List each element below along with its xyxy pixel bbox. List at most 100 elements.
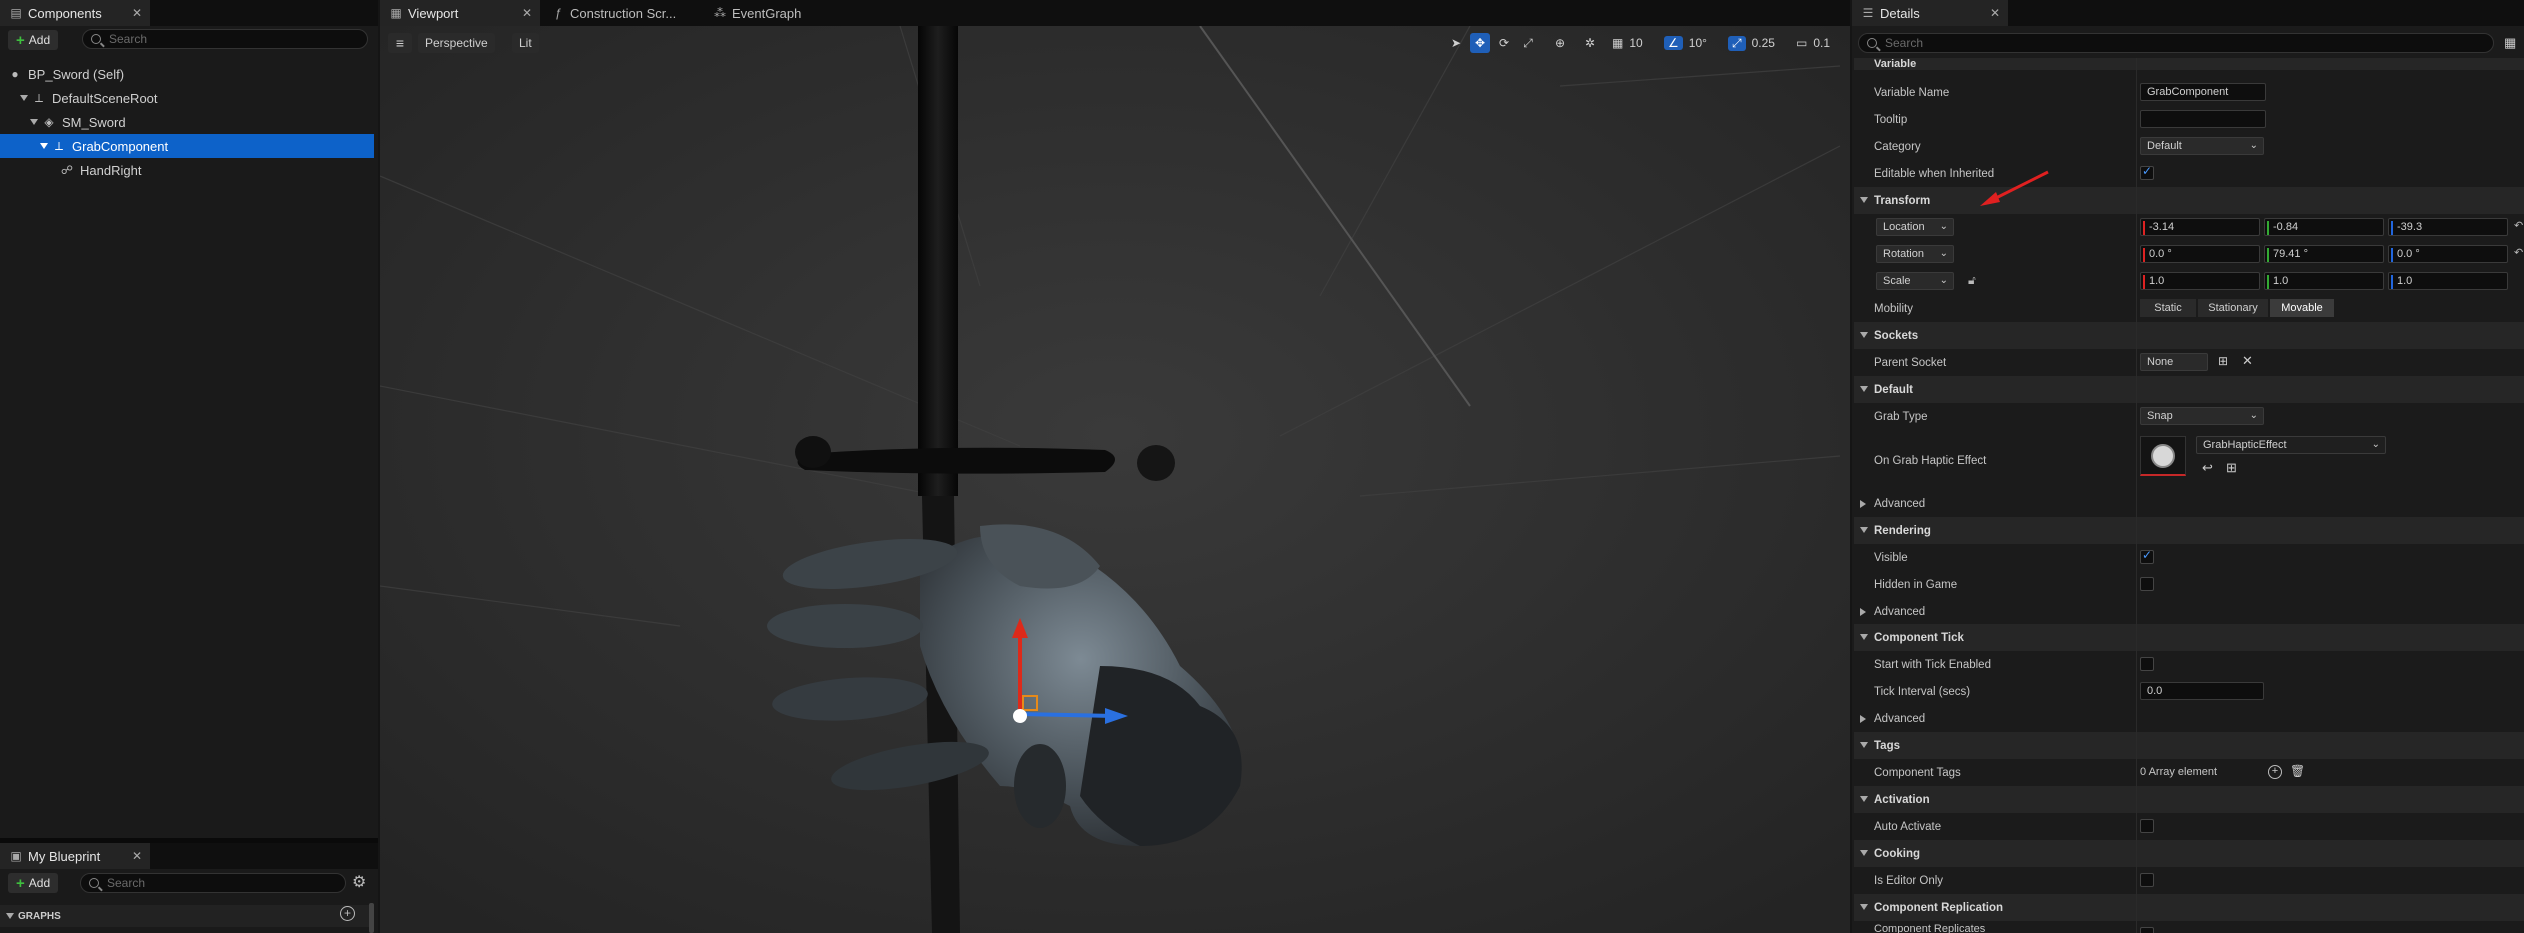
visible-checkbox[interactable] [2140,548,2154,564]
haptic-asset-dropdown[interactable]: GrabHapticEffect ⌄ [2196,436,2386,454]
add-blueprint-item-button[interactable]: + Add [8,873,59,893]
tab-event-graph[interactable]: ⁂ EventGraph [704,0,844,26]
rotation-snap-toggle[interactable]: ∠ 10° [1664,33,1707,53]
rotate-tool-icon[interactable]: ⟳ [1496,33,1512,53]
tab-components[interactable]: ▤ Components ✕ [0,0,150,26]
lit-button[interactable]: Lit [512,33,539,53]
variable-name-field[interactable]: GrabComponent [2140,83,2266,101]
reset-arrow-icon[interactable]: ↶ [2514,246,2523,259]
tab-construction-script[interactable]: ƒ Construction Scr... [542,0,692,26]
scale-snap-toggle[interactable]: ⤢ 0.25 [1728,33,1775,53]
settings-gear-icon[interactable]: ⚙ [352,872,366,892]
close-icon[interactable]: ✕ [1990,6,2000,20]
viewport-menu-button[interactable]: ≡ [388,33,412,53]
add-component-button[interactable]: + Add [8,30,59,50]
browse-socket-icon[interactable]: ⊞ [2218,354,2228,368]
editable-checkbox[interactable] [2140,164,2154,180]
advanced-expander[interactable]: Advanced [1854,705,2524,732]
sockets-section-header[interactable]: Sockets [1854,322,2524,349]
location-z-field[interactable]: -39.3 [2388,218,2508,236]
scale-z-field[interactable]: 1.0 [2388,272,2508,290]
browse-asset-icon[interactable]: ⊞ [2226,460,2237,476]
tree-item-grab-component[interactable]: ⟂ GrabComponent [0,134,374,158]
tree-item-bp-sword[interactable]: ● BP_Sword (Self) [0,62,374,86]
cooking-section-header[interactable]: Cooking [1854,840,2524,867]
replicates-checkbox[interactable] [2140,927,2154,933]
activation-label: Activation [1874,793,1930,806]
close-icon[interactable]: ✕ [132,849,142,863]
reset-arrow-icon[interactable]: ↶ [2514,219,2523,232]
close-icon[interactable]: ✕ [132,6,142,20]
expand-arrow-icon[interactable] [20,95,28,101]
rotation-y-field[interactable]: 79.41 ° [2264,245,2384,263]
asset-thumbnail[interactable] [2140,436,2186,476]
scrollbar[interactable] [369,903,374,933]
details-divider[interactable] [2136,58,2137,933]
tab-viewport[interactable]: ▦ Viewport ✕ [380,0,540,26]
tags-section-header[interactable]: Tags [1854,732,2524,759]
tick-interval-field[interactable]: 0.0 [2140,682,2264,700]
category-dropdown[interactable]: Default ⌄ [2140,137,2264,155]
components-search-input[interactable]: Search [82,29,368,49]
scale-y-field[interactable]: 1.0 [2264,272,2384,290]
close-icon[interactable]: ✕ [522,6,532,20]
graphs-section-header[interactable]: GRAPHS [0,905,370,927]
tooltip-field[interactable] [2140,110,2266,128]
expand-arrow-icon[interactable] [6,913,14,919]
tab-my-blueprint[interactable]: ▣ My Blueprint ✕ [0,843,150,869]
editor-only-checkbox[interactable] [2140,873,2154,887]
scale-tool-icon[interactable]: ⤢ [1520,33,1536,53]
advanced-expander[interactable]: Advanced [1854,490,2524,517]
my-blueprint-search-input[interactable]: Search [80,873,346,893]
row-component-tags: Component Tags 0 Array element + 🗑︎ [1854,759,2524,786]
trash-icon[interactable]: 🗑︎ [2290,764,2305,778]
expand-arrow-icon[interactable] [40,143,48,149]
translate-tool-icon[interactable]: ✥ [1470,33,1490,53]
tree-item-hand-right[interactable]: ☍ HandRight [0,158,374,182]
rotation-x-field[interactable]: 0.0 ° [2140,245,2260,263]
tree-item-sm-sword[interactable]: ◈ SM_Sword [0,110,374,134]
default-section-header[interactable]: Default [1854,376,2524,403]
details-search-input[interactable]: Search [1858,33,2494,53]
location-dropdown[interactable]: Location ⌄ [1876,218,1954,236]
viewport-canvas[interactable] [380,26,1850,933]
hidden-checkbox[interactable] [2140,577,2154,591]
transform-section-header[interactable]: Transform [1854,187,2524,214]
surface-snap-icon[interactable]: ✲ [1582,33,1598,53]
activation-section-header[interactable]: Activation [1854,786,2524,813]
mobility-static-button[interactable]: Static [2140,299,2196,317]
grid-snap-toggle[interactable]: ▦ 10 [1612,33,1643,53]
expand-arrow-icon[interactable] [30,119,38,125]
property-matrix-icon[interactable]: ▦ [2504,35,2516,51]
select-tool-icon[interactable]: ➤ [1448,33,1464,53]
camera-speed-button[interactable]: ▭ 0.1 [1796,33,1830,53]
rendering-section-header[interactable]: Rendering [1854,517,2524,544]
use-selected-icon[interactable]: ↩ [2202,460,2213,476]
component-tick-section-header[interactable]: Component Tick [1854,624,2524,651]
clear-icon[interactable]: ✕ [2242,353,2253,369]
auto-activate-checkbox[interactable] [2140,819,2154,833]
scale-dropdown[interactable]: Scale ⌄ [1876,272,1954,290]
add-element-icon[interactable]: + [2268,765,2282,779]
grab-type-dropdown[interactable]: Snap ⌄ [2140,407,2264,425]
tick-enabled-checkbox[interactable] [2140,657,2154,671]
add-graph-icon[interactable]: + [340,906,355,921]
world-local-icon[interactable]: ⊕ [1552,33,1568,53]
perspective-button[interactable]: Perspective [418,33,495,53]
replication-section-header[interactable]: Component Replication [1854,894,2524,921]
tab-details[interactable]: ☰ Details ✕ [1852,0,2008,26]
tab-event-graph-label: EventGraph [732,5,802,21]
mobility-movable-button[interactable]: Movable [2270,299,2334,317]
mobility-stationary-button[interactable]: Stationary [2198,299,2268,317]
parent-socket-field[interactable]: None [2140,353,2208,371]
advanced-expander[interactable]: Advanced [1854,598,2524,625]
location-x-field[interactable]: -3.14 [2140,218,2260,236]
lock-icon[interactable]: 🔓︎ [1968,273,1976,288]
tree-item-default-scene-root[interactable]: ⟂ DefaultSceneRoot [0,86,374,110]
rotation-dropdown[interactable]: Rotation ⌄ [1876,245,1954,263]
location-y-field[interactable]: -0.84 [2264,218,2384,236]
advanced-label: Advanced [1874,497,1926,510]
variable-section-header[interactable]: Variable [1854,58,2524,70]
scale-x-field[interactable]: 1.0 [2140,272,2260,290]
rotation-z-field[interactable]: 0.0 ° [2388,245,2508,263]
